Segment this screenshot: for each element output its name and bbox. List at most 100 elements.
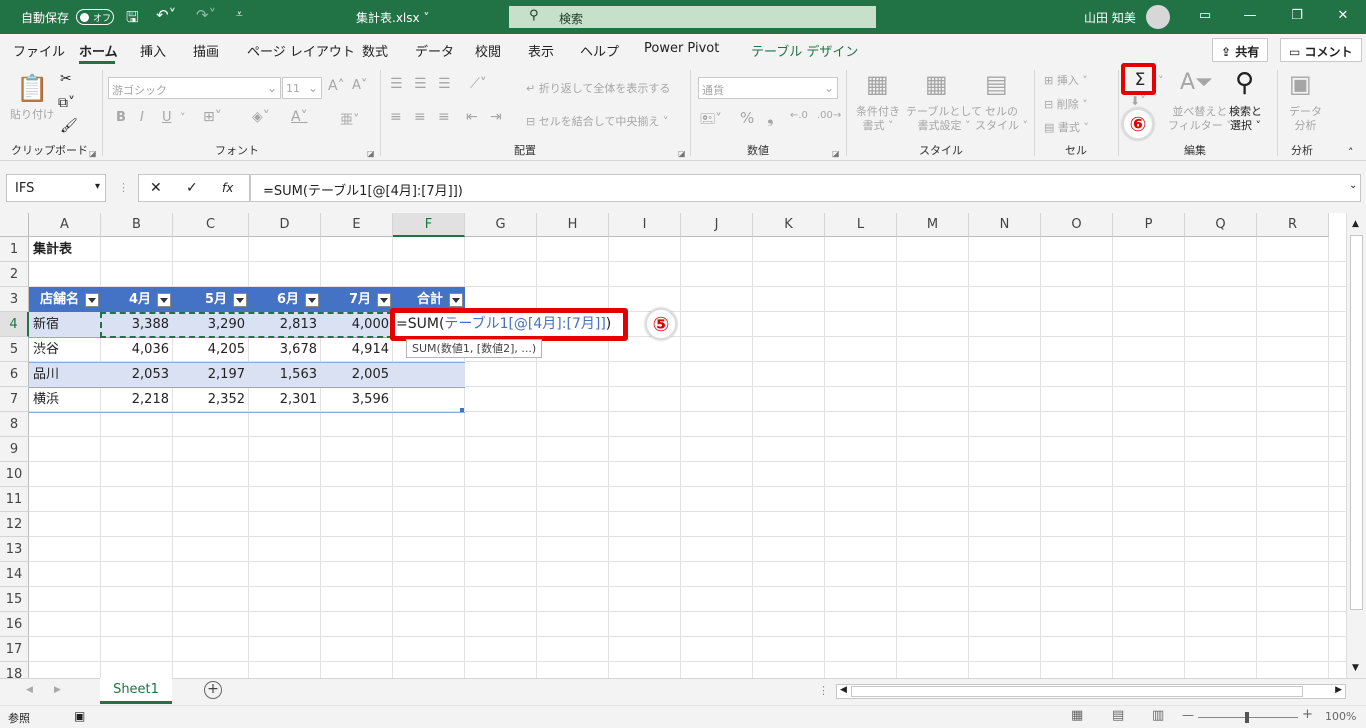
- font-size-select[interactable]: 11 ⌄: [282, 77, 322, 99]
- tab-file[interactable]: ファイル: [13, 41, 65, 60]
- align-bottom-icon[interactable]: ☰: [438, 76, 451, 92]
- header-may[interactable]: 5月: [173, 287, 249, 312]
- table-resize-handle[interactable]: [460, 408, 464, 412]
- row-header-1[interactable]: 1: [0, 237, 29, 262]
- page-break-view-icon[interactable]: ▥: [1152, 708, 1164, 723]
- format-as-table-icon[interactable]: ▦: [925, 70, 948, 98]
- scroll-down-icon[interactable]: ▼: [1352, 663, 1359, 673]
- minimize-icon[interactable]: —: [1241, 8, 1259, 26]
- row-header-4[interactable]: 4: [0, 312, 29, 337]
- row-header-13[interactable]: 13: [0, 537, 29, 562]
- filter-dropdown-icon[interactable]: [305, 293, 319, 307]
- column-header-f[interactable]: F: [393, 213, 465, 237]
- add-sheet-icon[interactable]: +: [204, 681, 222, 699]
- column-header-r[interactable]: R: [1257, 213, 1329, 237]
- sales-cell[interactable]: 2,005: [321, 362, 393, 387]
- align-center-icon[interactable]: ≡: [414, 109, 426, 125]
- row-header-17[interactable]: 17: [0, 637, 29, 662]
- font-color-icon[interactable]: A˅: [291, 109, 308, 125]
- column-header-n[interactable]: N: [969, 213, 1041, 237]
- row-header-7[interactable]: 7: [0, 387, 29, 412]
- paste-icon[interactable]: 📋: [16, 74, 48, 104]
- worksheet-grid[interactable]: ABCDEFGHIJKLMNOPQR 1 2 3 4 5 6 7 8 9 10 11 12 13 14 15…: [0, 213, 1366, 678]
- column-header-g[interactable]: G: [465, 213, 537, 237]
- wrap-text-button[interactable]: ↵ 折り返して全体を表示する: [526, 80, 670, 96]
- sort-filter-button[interactable]: 並べ替えと フィルター ˅: [1168, 105, 1232, 133]
- sales-cell[interactable]: 4,036: [101, 337, 173, 362]
- row-header-14[interactable]: 14: [0, 562, 29, 587]
- tab-help[interactable]: ヘルプ: [580, 41, 619, 60]
- row-header-2[interactable]: 2: [0, 262, 29, 287]
- decrease-font-icon[interactable]: A˅: [352, 78, 367, 93]
- copy-icon[interactable]: ⧉˅: [58, 95, 75, 111]
- row-header-8[interactable]: 8: [0, 412, 29, 437]
- scroll-right-icon[interactable]: ▶: [1335, 685, 1342, 695]
- store-name-cell[interactable]: 品川: [29, 362, 101, 387]
- sales-cell[interactable]: 3,678: [249, 337, 321, 362]
- sheet-tab-sheet1[interactable]: Sheet1: [100, 678, 172, 704]
- sales-cell[interactable]: 1,563: [249, 362, 321, 387]
- share-button[interactable]: ⇪ 共有: [1212, 38, 1269, 62]
- store-name-cell[interactable]: 新宿: [29, 312, 101, 337]
- analyze-data-button[interactable]: データ 分析: [1289, 105, 1322, 133]
- increase-decimal-icon[interactable]: ←.0: [790, 110, 808, 121]
- row-header-12[interactable]: 12: [0, 512, 29, 537]
- align-right-icon[interactable]: ≡: [438, 109, 450, 125]
- tab-data[interactable]: データ: [415, 41, 454, 60]
- sales-cell[interactable]: 4,205: [173, 337, 249, 362]
- delete-cells-button[interactable]: ⊟ 削除 ˅: [1044, 96, 1088, 112]
- decrease-indent-icon[interactable]: ⇤: [466, 109, 478, 125]
- tab-draw[interactable]: 描画: [193, 41, 219, 60]
- filter-dropdown-icon[interactable]: [377, 293, 391, 307]
- row-header-5[interactable]: 5: [0, 337, 29, 362]
- save-icon[interactable]: 🖫: [126, 7, 139, 32]
- header-store[interactable]: 店舗名: [29, 287, 101, 312]
- number-format-select[interactable]: 通貨 ⌄: [698, 77, 838, 99]
- scroll-up-icon[interactable]: ▲: [1352, 219, 1359, 229]
- tab-home[interactable]: ホーム: [79, 41, 118, 60]
- tab-table-design[interactable]: テーブル デザイン: [751, 41, 858, 60]
- column-header-a[interactable]: A: [29, 213, 101, 237]
- conditional-format-icon[interactable]: ▦: [866, 70, 889, 98]
- name-box[interactable]: IFS ▾: [6, 174, 106, 202]
- tab-insert[interactable]: 挿入: [140, 41, 166, 60]
- filter-dropdown-icon[interactable]: [85, 293, 99, 307]
- column-header-l[interactable]: L: [825, 213, 897, 237]
- tab-view[interactable]: 表示: [528, 41, 554, 60]
- prev-sheet-icon[interactable]: ◀: [26, 685, 33, 695]
- row-header-18[interactable]: 18: [0, 662, 29, 678]
- autosave-toggle[interactable]: オフ: [76, 9, 114, 25]
- cell-styles-button[interactable]: セルの スタイル ˅: [975, 105, 1028, 133]
- store-name-cell[interactable]: 横浜: [29, 387, 101, 412]
- row-header-10[interactable]: 10: [0, 462, 29, 487]
- cut-icon[interactable]: ✂: [60, 71, 72, 87]
- alignment-launcher-icon[interactable]: ◪: [678, 149, 686, 158]
- format-painter-icon[interactable]: 🖌: [60, 118, 78, 134]
- tab-page-layout[interactable]: ページ レイアウト: [247, 41, 355, 60]
- row-header-15[interactable]: 15: [0, 587, 29, 612]
- column-header-e[interactable]: E: [321, 213, 393, 237]
- search-box[interactable]: ⚲ 検索: [509, 6, 876, 28]
- ribbon-display-icon[interactable]: ▭: [1196, 8, 1214, 26]
- expand-formula-bar-icon[interactable]: ⌄: [1349, 180, 1357, 191]
- fill-icon[interactable]: ⬇˅: [1130, 94, 1146, 108]
- normal-view-icon[interactable]: ▦: [1071, 708, 1083, 723]
- collapse-ribbon-icon[interactable]: ˄: [1348, 146, 1354, 159]
- column-header-o[interactable]: O: [1041, 213, 1113, 237]
- column-header-k[interactable]: K: [753, 213, 825, 237]
- autosum-dropdown-icon[interactable]: ˅: [1158, 74, 1164, 87]
- comment-button[interactable]: ▭ コメント: [1280, 38, 1362, 62]
- scroll-left-icon[interactable]: ◀: [840, 685, 847, 695]
- vertical-scroll-thumb[interactable]: [1350, 235, 1363, 610]
- sales-cell[interactable]: 3,596: [321, 387, 393, 412]
- column-header-j[interactable]: J: [681, 213, 753, 237]
- column-header-c[interactable]: C: [173, 213, 249, 237]
- user-name[interactable]: 山田 知美: [1084, 9, 1136, 26]
- column-header-h[interactable]: H: [537, 213, 609, 237]
- increase-indent-icon[interactable]: ⇥: [490, 109, 502, 125]
- phonetic-icon[interactable]: 亜˅: [340, 109, 360, 128]
- zoom-level[interactable]: 100%: [1325, 710, 1356, 723]
- font-name-select[interactable]: 游ゴシック ⌄: [108, 77, 281, 99]
- filter-dropdown-icon[interactable]: [449, 293, 463, 307]
- store-name-cell[interactable]: 渋谷: [29, 337, 101, 362]
